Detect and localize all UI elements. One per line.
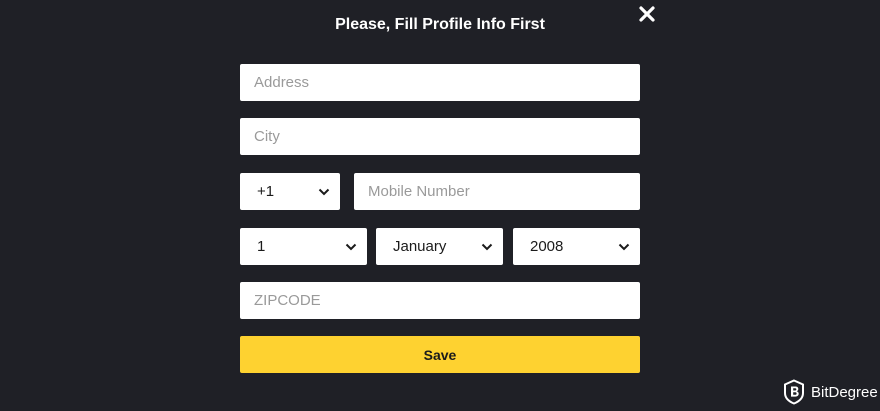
birth-day-value: 1 <box>257 238 266 255</box>
chevron-down-icon <box>618 243 630 250</box>
city-placeholder: City <box>254 128 280 145</box>
save-button[interactable]: Save <box>240 336 640 373</box>
chevron-down-icon <box>318 188 330 195</box>
bitdegree-label: BitDegree <box>811 383 878 401</box>
zipcode-input[interactable]: ZIPCODE <box>240 282 640 319</box>
birth-day-select[interactable]: 1 <box>240 228 367 265</box>
chevron-down-icon <box>345 243 357 250</box>
birth-month-select[interactable]: January <box>376 228 503 265</box>
country-code-select[interactable]: +1 <box>240 173 340 210</box>
bitdegree-logo-icon <box>784 379 804 405</box>
close-icon[interactable] <box>637 4 657 24</box>
birth-month-value: January <box>393 238 447 255</box>
chevron-down-icon <box>481 243 493 250</box>
zipcode-placeholder: ZIPCODE <box>254 292 321 309</box>
mobile-number-input[interactable]: Mobile Number <box>354 173 640 210</box>
country-code-value: +1 <box>257 183 275 200</box>
address-placeholder: Address <box>254 74 310 91</box>
birth-year-value: 2008 <box>530 238 564 255</box>
address-input[interactable]: Address <box>240 64 640 101</box>
city-input[interactable]: City <box>240 118 640 155</box>
birth-year-select[interactable]: 2008 <box>513 228 640 265</box>
mobile-number-placeholder: Mobile Number <box>368 183 470 200</box>
bitdegree-watermark: BitDegree <box>783 379 878 405</box>
modal-title: Please, Fill Profile Info First <box>335 16 545 33</box>
